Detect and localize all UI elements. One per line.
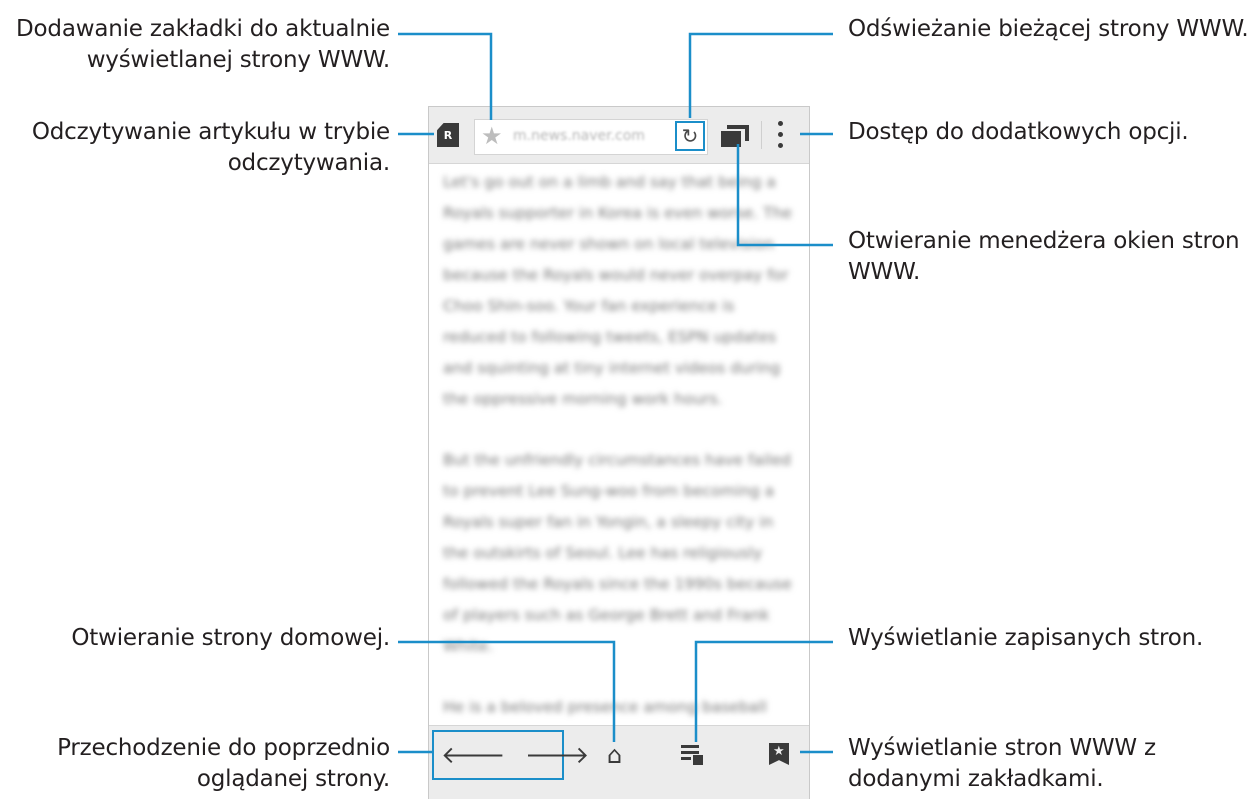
browser-screen: R ★ m.news.naver.com ↻ Let's go out on a… — [428, 106, 810, 799]
label-bookmarks: Wyświetlanie stron WWW z dodanymi zakład… — [848, 735, 1156, 792]
label-window-manager: Otwieranie menedżera okien stron WWW. — [848, 228, 1240, 285]
arrow-right-icon[interactable]: 🡒 — [525, 741, 589, 769]
article-paragraph: Let's go out on a limb and say that bein… — [443, 173, 792, 408]
label-refresh: Odświeżanie bieżącej strony WWW. — [848, 16, 1249, 42]
label-more-options: Dostęp do dodatkowych opcji. — [848, 119, 1189, 145]
more-vert-icon — [778, 121, 783, 126]
star-icon[interactable]: ★ — [481, 123, 503, 149]
windows-icon — [727, 125, 747, 129]
refresh-button[interactable]: ↻ — [675, 121, 705, 151]
label-back: Przechodzenie do poprzednio oglądanej st… — [57, 735, 390, 792]
saved-pages-icon[interactable] — [681, 743, 703, 767]
label-reader-mode: Odczytywanie artykułu w trybie odczytywa… — [31, 119, 390, 176]
more-options-button[interactable] — [771, 117, 791, 153]
toolbar-divider — [761, 121, 762, 149]
label-bookmark-add: Dodawanie zakładki do aktualnie wyświetl… — [16, 16, 390, 73]
home-icon[interactable]: ⌂ — [607, 741, 622, 769]
bottom-toolbar: 🡐 🡒 ⌂ ★ — [429, 725, 809, 799]
arrow-left-icon[interactable]: 🡐 — [441, 741, 505, 769]
reader-mode-icon: R — [443, 128, 453, 142]
reader-mode-button[interactable]: R — [437, 123, 459, 147]
address-bar[interactable]: ★ m.news.naver.com ↻ — [474, 119, 708, 155]
bookmark-icon[interactable]: ★ — [769, 743, 789, 765]
label-saved-pages: Wyświetlanie zapisanych stron. — [848, 625, 1204, 651]
window-manager-button[interactable] — [721, 125, 749, 149]
article-content: Let's go out on a limb and say that bein… — [443, 167, 793, 799]
url-text: m.news.naver.com — [513, 128, 645, 144]
browser-toolbar: R ★ m.news.naver.com ↻ — [429, 107, 809, 164]
article-paragraph: But the unfriendly circumstances have fa… — [443, 451, 792, 655]
refresh-icon: ↻ — [681, 124, 699, 148]
label-home: Otwieranie strony domowej. — [71, 625, 390, 651]
